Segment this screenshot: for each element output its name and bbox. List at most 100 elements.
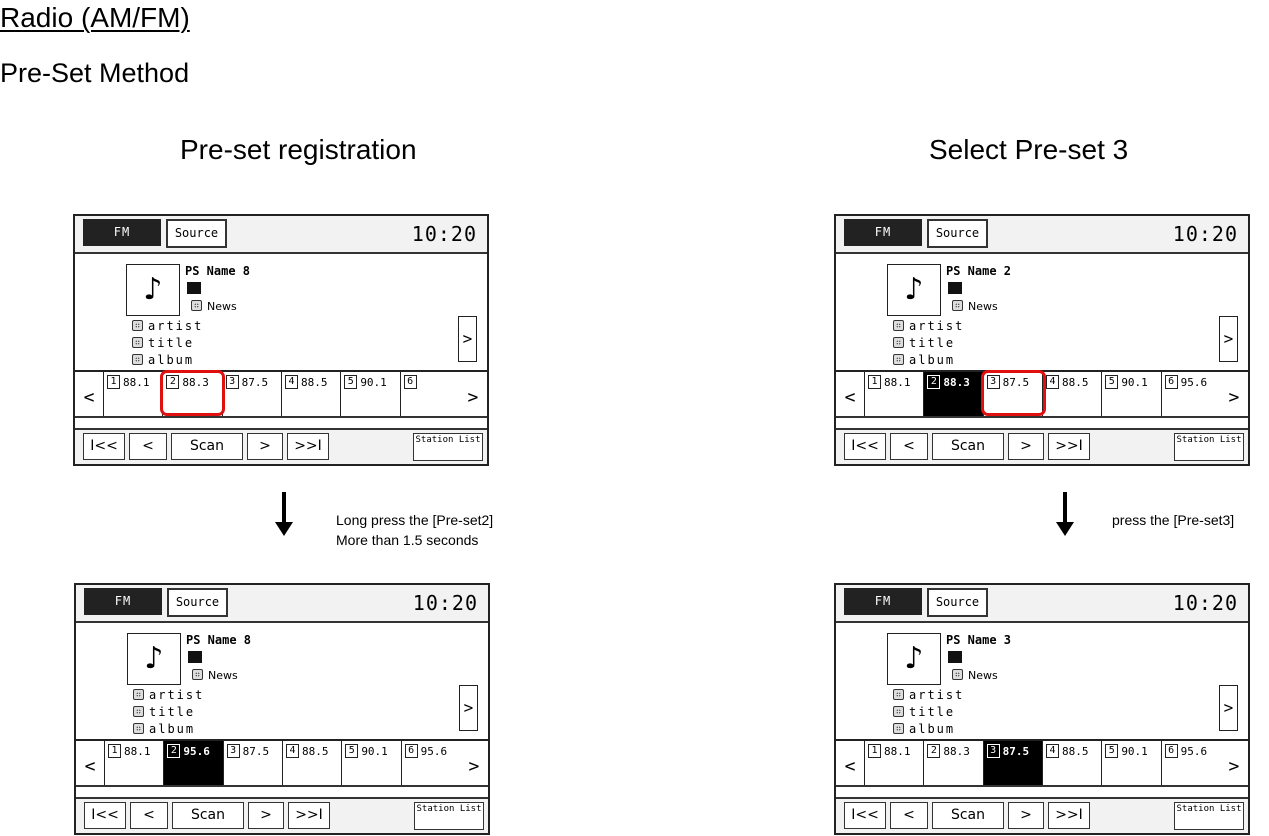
- preset-frequency: 87.5: [1002, 745, 1030, 758]
- genre-text: News: [968, 669, 998, 682]
- tune-up-button[interactable]: >: [248, 802, 284, 829]
- preset-button-4[interactable]: 4 88.5: [1043, 372, 1103, 416]
- preset-button-4[interactable]: 4 88.5: [1043, 741, 1103, 785]
- signal-icon: [948, 651, 962, 663]
- album-art-music-note-icon: ♪: [126, 264, 180, 316]
- source-button[interactable]: Source: [927, 588, 988, 617]
- tune-up-button[interactable]: >: [1008, 802, 1044, 829]
- preset-number: 2: [167, 744, 181, 758]
- scan-button[interactable]: Scan: [932, 433, 1004, 460]
- preset-button-4[interactable]: 4 88.5: [283, 741, 343, 785]
- seek-first-button[interactable]: I<<: [844, 802, 886, 829]
- preset-button-1[interactable]: 1 88.1: [105, 741, 165, 785]
- preset-button-1[interactable]: 1 88.1: [865, 372, 925, 416]
- source-button[interactable]: Source: [927, 219, 988, 248]
- band-indicator[interactable]: FM: [84, 588, 162, 615]
- tune-down-button[interactable]: <: [130, 802, 168, 829]
- genre-label: News: [191, 300, 237, 313]
- station-list-button[interactable]: Station List: [1174, 433, 1244, 461]
- preset-page-prev-button[interactable]: <: [836, 741, 865, 785]
- station-list-button[interactable]: Station List: [414, 802, 484, 830]
- title-text: title: [149, 705, 196, 719]
- genre-label: News: [952, 300, 998, 313]
- artist-line: artist: [133, 688, 204, 702]
- scan-button[interactable]: Scan: [171, 433, 243, 460]
- more-info-button[interactable]: >: [458, 316, 477, 362]
- source-button[interactable]: Source: [166, 219, 227, 248]
- seek-first-button[interactable]: I<<: [83, 433, 125, 460]
- preset-button-6[interactable]: 6 95.6: [1162, 372, 1220, 416]
- preset-button-5[interactable]: 5 90.1: [342, 741, 402, 785]
- seek-last-button[interactable]: >>I: [1048, 433, 1090, 460]
- preset-button-2[interactable]: 2 88.3: [924, 741, 984, 785]
- station-list-button[interactable]: Station List: [413, 433, 483, 461]
- scan-button[interactable]: Scan: [932, 802, 1004, 829]
- album-text: album: [909, 722, 956, 736]
- preset-frequency: 90.1: [361, 745, 388, 758]
- tune-down-button[interactable]: <: [129, 433, 167, 460]
- preset-button-4[interactable]: 4 88.5: [282, 372, 342, 416]
- seek-last-button[interactable]: >>I: [288, 802, 330, 829]
- preset-frequency: 88.1: [884, 745, 911, 758]
- seek-first-button[interactable]: I<<: [844, 433, 886, 460]
- document-subtitle: Pre-Set Method: [0, 58, 190, 88]
- control-bar: I<< < Scan > >>I Station List: [76, 797, 488, 833]
- seek-last-button[interactable]: >>I: [1048, 802, 1090, 829]
- preset-button-3[interactable]: 3 87.5: [224, 741, 283, 785]
- signal-icon: [187, 282, 201, 294]
- tune-up-button[interactable]: >: [247, 433, 283, 460]
- more-info-button[interactable]: >: [459, 685, 478, 731]
- preset-page-prev-button[interactable]: <: [836, 372, 865, 416]
- artist-text: artist: [909, 688, 965, 702]
- album-line: album: [893, 722, 955, 736]
- band-indicator[interactable]: FM: [844, 219, 922, 246]
- radio-screen-select-before: FM Source 10:20 ♪ PS Name 2 News artist …: [834, 214, 1250, 466]
- tune-down-button[interactable]: <: [890, 433, 928, 460]
- preset-page-next-button[interactable]: >: [1220, 372, 1248, 416]
- preset-frequency: 88.3: [943, 745, 970, 758]
- preset-page-next-button[interactable]: >: [1220, 741, 1248, 785]
- preset-button-6[interactable]: 6 95.6: [402, 741, 460, 785]
- preset-button-3[interactable]: 3 87.5: [983, 741, 1043, 785]
- album-art-music-note-icon: ♪: [887, 264, 941, 316]
- preset-page-prev-button[interactable]: <: [76, 741, 105, 785]
- preset-button-3[interactable]: 3 87.5: [223, 372, 282, 416]
- source-button[interactable]: Source: [167, 588, 228, 617]
- highlight-box: [160, 370, 225, 416]
- band-indicator[interactable]: FM: [83, 219, 161, 246]
- preset-page-next-button[interactable]: >: [459, 372, 487, 416]
- genre-icon: [191, 300, 202, 311]
- preset-button-1[interactable]: 1 88.1: [104, 372, 164, 416]
- seek-last-button[interactable]: >>I: [287, 433, 329, 460]
- genre-icon: [952, 300, 963, 311]
- tune-up-button[interactable]: >: [1008, 433, 1044, 460]
- band-indicator[interactable]: FM: [844, 588, 922, 615]
- preset-button-2[interactable]: 2 88.3: [924, 372, 984, 416]
- tune-down-button[interactable]: <: [890, 802, 928, 829]
- preset-frequency: 90.1: [1121, 376, 1148, 389]
- preset-frequency: 88.5: [301, 745, 329, 758]
- preset-button-1[interactable]: 1 88.1: [865, 741, 925, 785]
- preset-page-next-button[interactable]: >: [460, 741, 488, 785]
- preset-button-2[interactable]: 2 95.6: [164, 741, 224, 785]
- preset-button-6[interactable]: 6 95.6: [1162, 741, 1220, 785]
- artist-text: artist: [149, 688, 205, 702]
- more-info-button[interactable]: >: [1219, 316, 1238, 362]
- clock: 10:20: [1172, 222, 1238, 246]
- preset-number: 1: [107, 375, 120, 389]
- preset-number: 1: [108, 744, 121, 758]
- preset-number: 5: [1105, 375, 1119, 389]
- preset-button-6[interactable]: 6: [401, 372, 459, 416]
- preset-page-prev-button[interactable]: <: [75, 372, 104, 416]
- preset-frequency: 90.1: [1121, 745, 1148, 758]
- artist-icon: [133, 689, 144, 700]
- preset-button-5[interactable]: 5 90.1: [1102, 741, 1162, 785]
- preset-number: 5: [1105, 744, 1119, 758]
- radio-screen-registration-after: FM Source 10:20 ♪ PS Name 8 News artist …: [74, 583, 490, 835]
- more-info-button[interactable]: >: [1219, 685, 1238, 731]
- seek-first-button[interactable]: I<<: [84, 802, 126, 829]
- preset-button-5[interactable]: 5 90.1: [1102, 372, 1162, 416]
- station-list-button[interactable]: Station List: [1174, 802, 1244, 830]
- preset-button-5[interactable]: 5 90.1: [341, 372, 401, 416]
- scan-button[interactable]: Scan: [172, 802, 244, 829]
